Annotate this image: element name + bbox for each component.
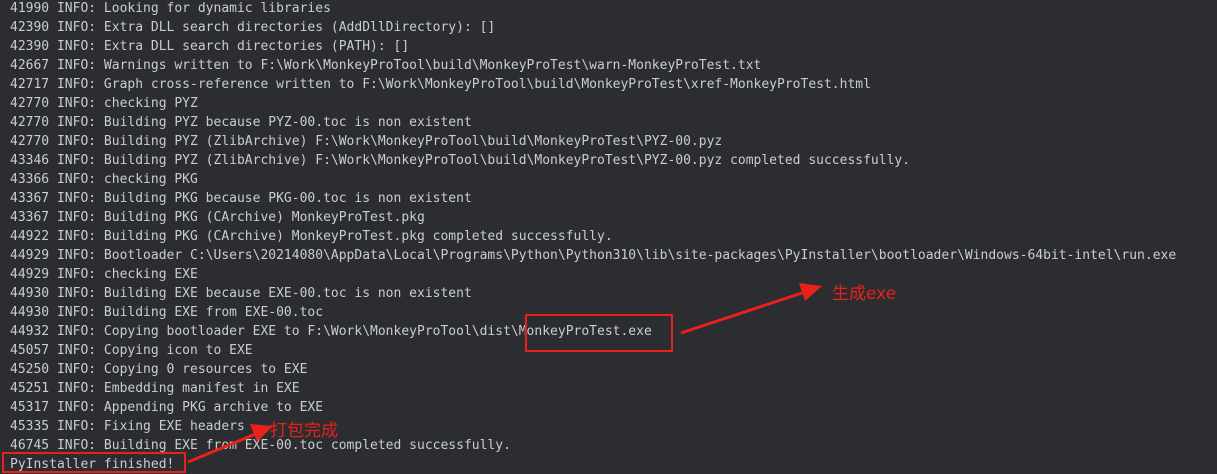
arrow-head-exe — [799, 283, 822, 301]
terminal-output: 41990 INFO: Looking for dynamic librarie… — [0, 0, 1217, 473]
arrow-line-exe — [680, 290, 806, 335]
annotation-arrows — [187, 283, 822, 464]
arrow-line-finished — [187, 431, 259, 464]
generate-exe-annotation: 生成exe — [832, 284, 897, 304]
package-done-annotation: 打包完成 — [270, 421, 338, 441]
